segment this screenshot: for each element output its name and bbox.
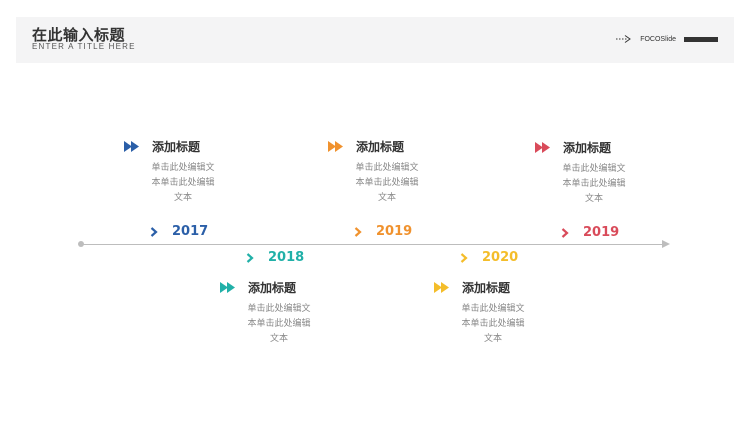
milestone-card-header: 添加标题	[124, 138, 234, 155]
milestone-card-header: 添加标题	[434, 279, 544, 296]
chevron-right-icon	[150, 226, 158, 237]
milestone-card-2019-second: 添加标题 单击此处编辑文 本单击此处编辑 文本	[535, 139, 645, 204]
milestone-year-2017: 2017	[150, 224, 208, 239]
brand-label: FOCOSlide	[640, 35, 676, 43]
milestone-card-2019: 添加标题 单击此处编辑文 本单击此处编辑 文本	[328, 138, 438, 203]
milestone-year-label: 2019	[583, 225, 620, 240]
milestone-card-2017: 添加标题 单击此处编辑文 本单击此处编辑 文本	[124, 138, 234, 203]
milestone-description: 单击此处编辑文 本单击此处编辑 文本	[461, 304, 525, 344]
milestone-year-label: 2020	[482, 250, 519, 265]
milestone-description: 单击此处编辑文 本单击此处编辑 文本	[151, 163, 215, 203]
milestone-year-label: 2019	[376, 224, 413, 239]
double-triangle-icon	[535, 142, 550, 153]
milestone-year-2019-second: 2019	[561, 225, 619, 240]
milestone-description: 单击此处编辑文 本单击此处编辑 文本	[247, 304, 311, 344]
page-subtitle: ENTER A TITLE HERE	[32, 42, 136, 51]
milestone-year-2018: 2018	[246, 250, 304, 265]
milestone-title: 添加标题	[248, 281, 297, 295]
chevron-right-icon	[561, 227, 569, 238]
timeline-axis	[82, 244, 664, 245]
double-triangle-icon	[328, 141, 343, 152]
milestone-card-header: 添加标题	[220, 279, 330, 296]
double-triangle-icon	[220, 282, 235, 293]
brand-bar	[684, 36, 718, 42]
header-bar: 在此输入标题 ENTER A TITLE HERE FOCOSlide	[16, 17, 734, 63]
milestone-title: 添加标题	[152, 140, 201, 154]
chevron-right-icon	[246, 252, 254, 263]
milestone-description: 单击此处编辑文 本单击此处编辑 文本	[562, 164, 626, 204]
milestone-year-label: 2018	[268, 250, 305, 265]
timeline-arrow-head	[662, 240, 670, 248]
brand-area: FOCOSlide	[616, 33, 718, 45]
chevron-right-icon	[460, 252, 468, 263]
dotted-arrow-icon	[616, 35, 632, 43]
double-triangle-icon	[434, 282, 449, 293]
milestone-year-2019: 2019	[354, 224, 412, 239]
milestone-card-header: 添加标题	[535, 139, 645, 156]
milestone-title: 添加标题	[462, 281, 511, 295]
chevron-right-icon	[354, 226, 362, 237]
milestone-card-2018: 添加标题 单击此处编辑文 本单击此处编辑 文本	[220, 279, 330, 344]
double-triangle-icon	[124, 141, 139, 152]
milestone-year-2020: 2020	[460, 250, 518, 265]
milestone-title: 添加标题	[356, 140, 405, 154]
milestone-year-label: 2017	[172, 224, 209, 239]
milestone-card-header: 添加标题	[328, 138, 438, 155]
milestone-title: 添加标题	[563, 141, 612, 155]
milestone-card-2020: 添加标题 单击此处编辑文 本单击此处编辑 文本	[434, 279, 544, 344]
milestone-description: 单击此处编辑文 本单击此处编辑 文本	[355, 163, 419, 203]
